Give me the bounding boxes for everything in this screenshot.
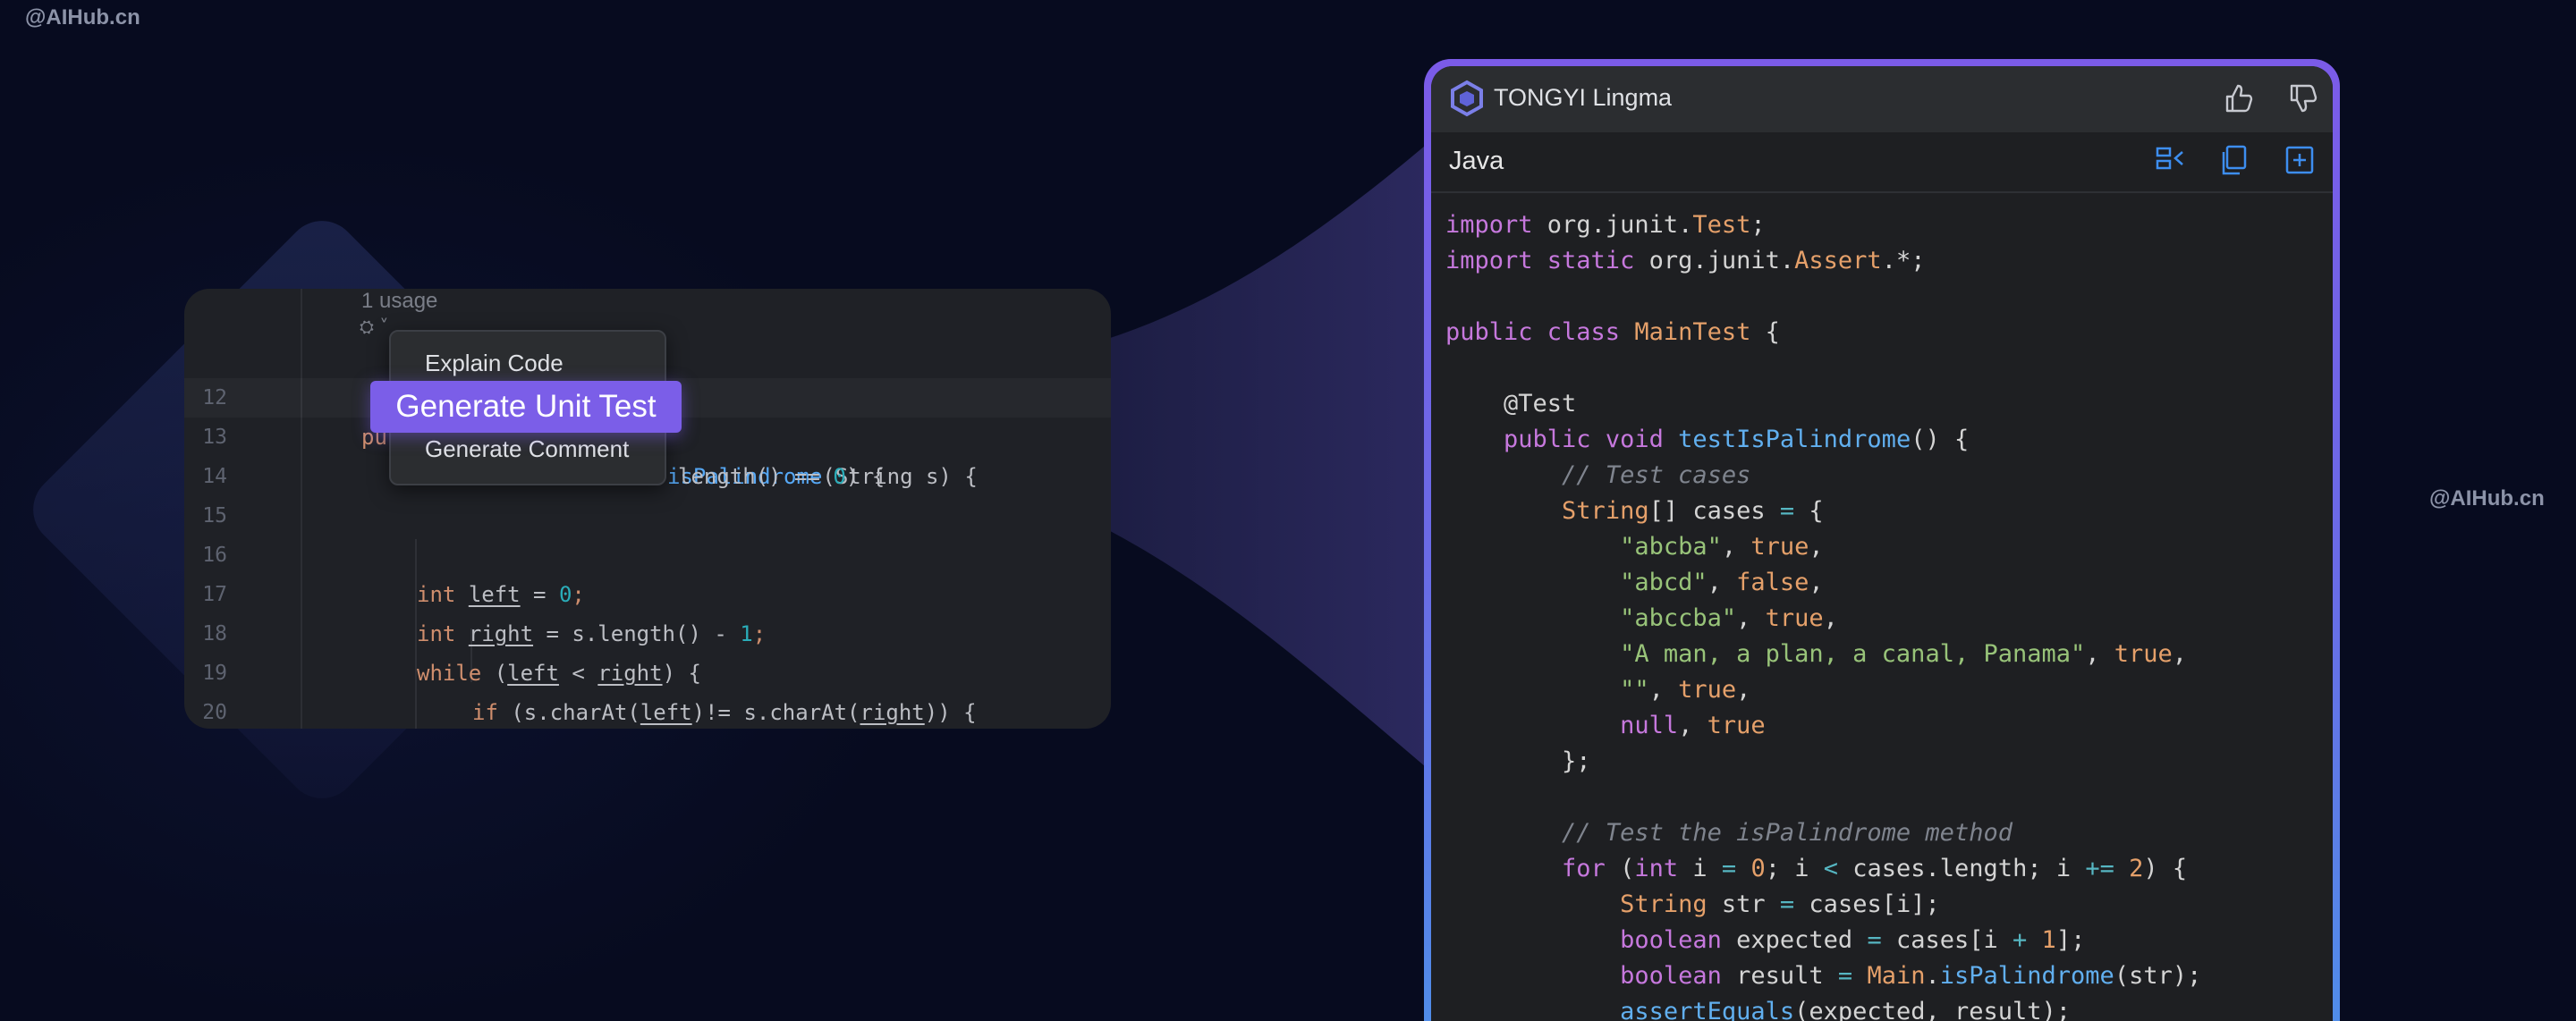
- panel-header: TONGYI Lingma: [1431, 66, 2333, 132]
- usage-hint[interactable]: 1 usage: [361, 289, 437, 314]
- copy-icon[interactable]: [2216, 141, 2254, 179]
- code-line: public void testIsPalindrome() {: [1504, 426, 1970, 453]
- language-bar: Java: [1431, 132, 2333, 193]
- code-line: public class MainTest {: [1445, 318, 1780, 346]
- code-line: 17 int right = s.length() - 1;: [184, 536, 1111, 646]
- code-line: import static org.junit.Assert.*;: [1445, 247, 1926, 274]
- menu-item-generate-comment[interactable]: Generate Comment: [425, 435, 629, 463]
- code-line: String[] cases = {: [1562, 497, 1824, 525]
- code-line: 19 if (s.charAt(left)!= s.charAt(right))…: [184, 614, 1111, 725]
- lingma-inline-icon[interactable]: ⛭ ˅: [360, 316, 388, 337]
- code-line: "A man, a plan, a canal, Panama", true,: [1620, 640, 2188, 668]
- stage: @AIHub.cn @AIHub.cn 1 usage ⛭ ˅ 12 pu is…: [0, 0, 2576, 1021]
- code-line: "abcba", true,: [1620, 533, 1824, 561]
- insert-code-icon[interactable]: [2152, 141, 2190, 179]
- menu-item-explain-code[interactable]: Explain Code: [425, 350, 564, 377]
- language-label: Java: [1449, 147, 1504, 175]
- code-line: 21 }: [184, 693, 1111, 729]
- watermark-top-left: @AIHub.cn: [25, 5, 140, 30]
- code-line: import org.junit.Test;: [1445, 211, 1766, 239]
- code-line: 16 int left = 0;: [184, 496, 1111, 607]
- new-file-icon[interactable]: [2281, 141, 2318, 179]
- code-line: assertEquals(expected, result);: [1620, 998, 2072, 1021]
- code-line: null, true: [1620, 712, 1766, 739]
- code-line: boolean result = Main.isPalindrome(str);: [1620, 962, 2202, 990]
- thumbs-up-icon[interactable]: [2218, 79, 2258, 118]
- panel-title: TONGYI Lingma: [1494, 84, 1673, 111]
- code-line: "abcd", false,: [1620, 569, 1824, 596]
- code-line: String str = cases[i];: [1620, 890, 1940, 918]
- code-line: // Test the isPalindrome method: [1562, 819, 2012, 847]
- code-line: 18 while (left < right) {: [184, 575, 1111, 686]
- lingma-panel: TONGYI Lingma Java import org.junit.Test…: [1431, 66, 2333, 1021]
- code-line: "", true,: [1620, 676, 1751, 704]
- code-line: "abccba", true,: [1620, 604, 1838, 632]
- lingma-logo-icon: [1451, 80, 1483, 117]
- thumbs-down-icon[interactable]: [2283, 79, 2322, 118]
- code-line: 20 return false;: [184, 654, 1111, 724]
- code-line: boolean expected = cases[i + 1];: [1620, 926, 2086, 954]
- code-line: };: [1445, 747, 1591, 775]
- code-line: // Test cases: [1562, 461, 1751, 489]
- menu-item-generate-unit-test[interactable]: Generate Unit Test: [370, 381, 682, 433]
- code-line: for (int i = 0; i < cases.length; i += 2…: [1562, 855, 2188, 882]
- watermark-right: @AIHub.cn: [2429, 486, 2545, 510]
- code-line: @Test: [1445, 390, 1577, 418]
